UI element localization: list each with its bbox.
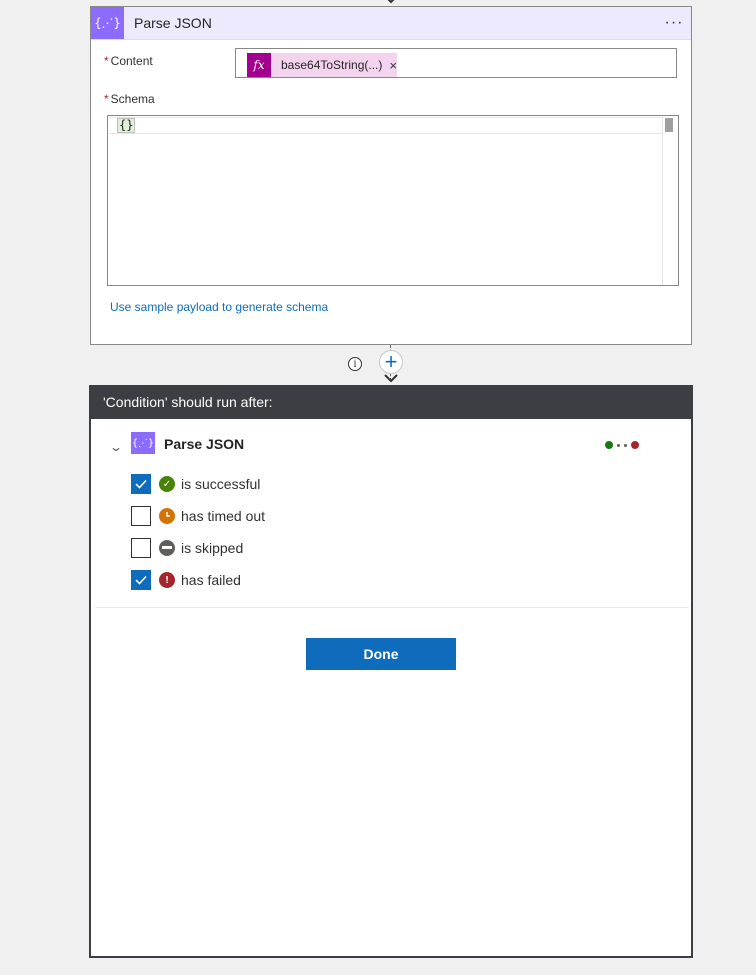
done-button[interactable]: Done xyxy=(306,638,456,670)
info-icon[interactable]: i xyxy=(348,357,362,371)
schema-text[interactable]: {} xyxy=(117,118,136,133)
option-label: has failed xyxy=(181,572,241,588)
chevron-down-icon[interactable]: ⌄ xyxy=(109,440,123,454)
run-after-status-summary xyxy=(605,440,639,450)
schema-active-line xyxy=(109,117,663,134)
separator-dot-icon xyxy=(624,443,627,447)
timeout-status-icon xyxy=(159,508,175,524)
run-after-header: 'Condition' should run after: xyxy=(91,385,691,419)
failed-status-icon: ! xyxy=(159,572,175,588)
option-has-failed[interactable]: ! has failed xyxy=(131,570,241,590)
clock-icon xyxy=(166,512,170,517)
success-status-icon: ✓ xyxy=(159,476,175,492)
has-timed-out-checkbox[interactable] xyxy=(131,506,151,526)
separator-dot-icon xyxy=(617,443,620,447)
run-after-action-name: Parse JSON xyxy=(164,436,245,452)
connector-arrow-icon xyxy=(384,374,398,383)
schema-editor[interactable]: {} xyxy=(107,115,679,286)
parse-json-card: {⋰} Parse JSON ··· * Content fx base64ToS… xyxy=(90,6,692,345)
parse-json-header[interactable]: {⋰} Parse JSON ··· xyxy=(91,7,691,40)
failed-dot-icon xyxy=(631,441,639,449)
minus-icon xyxy=(162,546,172,549)
schema-label: * Schema xyxy=(104,92,155,106)
required-marker: * xyxy=(104,54,109,68)
is-successful-checkbox[interactable] xyxy=(131,474,151,494)
add-step-button[interactable]: + xyxy=(379,350,403,374)
content-label: * Content xyxy=(104,54,153,68)
expression-token[interactable]: fx base64ToString(...) × xyxy=(247,53,397,77)
function-icon: fx xyxy=(247,53,271,77)
option-has-timed-out[interactable]: has timed out xyxy=(131,506,265,526)
schema-scrollbar-thumb[interactable] xyxy=(665,118,673,132)
run-after-panel: 'Condition' should run after: ⌄ {⋰} Pars… xyxy=(89,385,693,958)
content-field[interactable]: fx base64ToString(...) × xyxy=(235,48,677,78)
success-dot-icon xyxy=(605,441,613,449)
schema-scrollbar[interactable] xyxy=(662,116,678,285)
skipped-status-icon xyxy=(159,540,175,556)
option-label: has timed out xyxy=(181,508,266,524)
required-marker: * xyxy=(104,92,109,106)
is-skipped-checkbox[interactable] xyxy=(131,538,151,558)
sample-payload-link[interactable]: Use sample payload to generate schema xyxy=(110,300,328,314)
option-label: is successful xyxy=(181,476,261,492)
divider xyxy=(95,607,689,608)
parse-json-icon: {⋰} xyxy=(91,7,124,39)
has-failed-checkbox[interactable] xyxy=(131,570,151,590)
checkmark-icon xyxy=(135,575,147,585)
option-label: is skipped xyxy=(181,540,244,556)
parse-json-title: Parse JSON xyxy=(134,15,212,31)
option-is-skipped[interactable]: is skipped xyxy=(131,538,243,558)
checkmark-icon xyxy=(135,479,147,489)
parse-json-action-icon: {⋰} xyxy=(131,432,155,454)
option-is-successful[interactable]: ✓ is successful xyxy=(131,474,260,494)
remove-token-icon[interactable]: × xyxy=(389,58,397,73)
more-options-button[interactable]: ··· xyxy=(657,15,691,31)
expression-token-text: base64ToString(...) xyxy=(281,58,383,72)
